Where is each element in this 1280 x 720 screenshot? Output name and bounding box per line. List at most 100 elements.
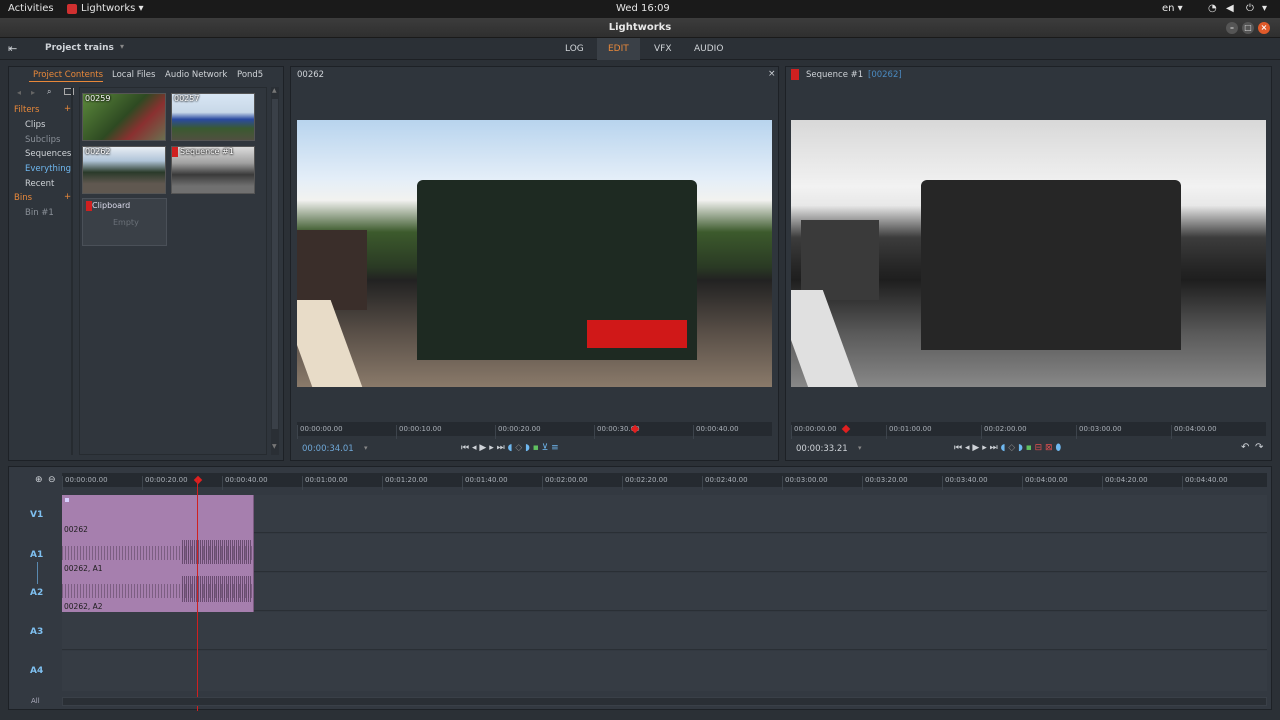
step-forward-icon[interactable]: ▸ <box>982 443 987 453</box>
mark-segment-icon[interactable]: ▪ <box>1026 443 1032 453</box>
undo-icon[interactable]: ↶ <box>1241 442 1249 453</box>
track-label-a1[interactable]: A1 <box>30 550 43 560</box>
exit-icon[interactable]: ⇤ <box>8 42 17 55</box>
tab-edit[interactable]: EDIT <box>597 38 640 60</box>
filter-sequences[interactable]: Sequences <box>25 149 71 159</box>
filter-clips[interactable]: Clips <box>25 120 45 130</box>
audio-icon[interactable]: ⬮ <box>1055 443 1061 453</box>
timecode-dropdown-icon[interactable]: ▾ <box>364 444 368 452</box>
minimize-button[interactable]: – <box>1226 22 1238 34</box>
back-icon[interactable]: ◂ <box>17 88 21 97</box>
go-to-start-icon[interactable]: ⏮ <box>954 443 962 453</box>
audio-clip[interactable]: 00262, A1 <box>62 536 254 574</box>
all-tracks-button[interactable]: All <box>31 697 40 705</box>
playhead-marker[interactable] <box>193 475 203 485</box>
audio-link-line <box>37 562 38 584</box>
platform-edge <box>297 300 364 387</box>
go-to-end-icon[interactable]: ⏭ <box>497 443 505 453</box>
app-menu-button[interactable]: Lightworks ▾ <box>81 3 144 14</box>
scroll-up-icon[interactable]: ▲ <box>272 87 277 94</box>
maximize-button[interactable]: □ <box>1242 22 1254 34</box>
source-video-frame[interactable] <box>297 120 772 387</box>
go-to-start-icon[interactable]: ⏮ <box>461 443 469 453</box>
tab-log[interactable]: LOG <box>554 38 595 60</box>
project-name[interactable]: Project trains <box>45 43 114 53</box>
browser-scrollbar[interactable]: ▲ ▼ <box>271 87 279 455</box>
timeline-ruler[interactable]: 00:00:00.00 00:00:20.00 00:00:40.00 00:0… <box>62 473 1267 490</box>
forward-icon[interactable]: ▸ <box>31 88 35 97</box>
step-back-icon[interactable]: ◂ <box>472 443 477 453</box>
chevron-down-icon[interactable]: ▾ <box>1262 3 1267 14</box>
zoom-in-icon[interactable]: ⊕ <box>35 475 43 485</box>
audio-clip[interactable]: 00262, A2 <box>62 574 254 612</box>
mark-out-icon[interactable]: ◗ <box>1018 443 1023 453</box>
tab-audio[interactable]: AUDIO <box>683 38 734 60</box>
mark-out-icon[interactable]: ◗ <box>525 443 530 453</box>
close-viewer-button[interactable]: × <box>768 69 776 79</box>
mark-clear-icon[interactable]: ◇ <box>515 443 522 453</box>
tab-project-contents[interactable]: Project Contents <box>33 70 103 80</box>
record-viewer-subtitle: [00262] <box>868 70 902 80</box>
source-timecode[interactable]: 00:00:34.01 <box>302 444 354 454</box>
zoom-out-icon[interactable]: ⊖ <box>48 475 56 485</box>
scrollbar-thumb[interactable] <box>272 99 278 429</box>
track-label-v1[interactable]: V1 <box>30 510 43 520</box>
go-to-end-icon[interactable]: ⏭ <box>990 443 998 453</box>
step-back-icon[interactable]: ◂ <box>965 443 970 453</box>
timeline-playhead[interactable] <box>197 479 198 711</box>
record-timecode[interactable]: 00:00:33.21 <box>796 444 848 454</box>
project-dropdown-icon[interactable]: ▾ <box>120 42 124 51</box>
network-icon[interactable]: ◔ <box>1208 3 1217 14</box>
tab-local-files[interactable]: Local Files <box>112 70 155 80</box>
play-icon[interactable]: ▶ <box>479 443 486 453</box>
filter-recent[interactable]: Recent <box>25 179 54 189</box>
clipboard-tile[interactable]: Clipboard Empty <box>82 198 167 246</box>
record-timeline-ruler[interactable]: 00:00:00.00 00:01:00.00 00:02:00.00 00:0… <box>791 422 1266 439</box>
track-label-a4[interactable]: A4 <box>30 666 43 676</box>
delete-icon[interactable]: ⊠ <box>1045 443 1053 453</box>
record-video-frame[interactable] <box>791 120 1266 387</box>
clip-marker-icon <box>65 498 69 502</box>
tab-audio-network[interactable]: Audio Network <box>165 70 227 80</box>
video-clip[interactable]: 00262 <box>62 495 254 536</box>
tab-pond5[interactable]: Pond5 <box>237 70 263 80</box>
scroll-down-icon[interactable]: ▼ <box>272 443 277 450</box>
track-row-a4[interactable] <box>62 651 1267 691</box>
step-forward-icon[interactable]: ▸ <box>489 443 494 453</box>
filter-subclips[interactable]: Subclips <box>25 135 60 145</box>
clip-thumbnail[interactable]: 00259 <box>82 93 166 141</box>
clip-thumbnail[interactable]: 00262 <box>82 146 166 194</box>
language-indicator[interactable]: en ▾ <box>1162 3 1183 14</box>
timecode-dropdown-icon[interactable]: ▾ <box>858 444 862 452</box>
sequence-thumbnail[interactable]: Sequence #1 <box>171 146 255 194</box>
track-label-a3[interactable]: A3 <box>30 627 43 637</box>
power-icon[interactable]: ⏻ <box>1246 3 1254 14</box>
mark-in-icon[interactable]: ◖ <box>508 443 513 453</box>
activities-button[interactable]: Activities <box>8 3 54 14</box>
clock[interactable]: Wed 16:09 <box>616 3 670 14</box>
redo-icon[interactable]: ↷ <box>1255 442 1263 453</box>
replace-icon[interactable]: ≡ <box>551 443 559 453</box>
bin-item[interactable]: Bin #1 <box>25 208 54 218</box>
playhead-marker[interactable] <box>841 424 851 434</box>
source-timeline-ruler[interactable]: 00:00:00.00 00:00:10.00 00:00:20.00 00:0… <box>297 422 772 439</box>
platform-edge <box>791 290 860 387</box>
mark-in-icon[interactable]: ◖ <box>1001 443 1006 453</box>
close-button[interactable]: × <box>1258 22 1270 34</box>
remove-icon[interactable]: ⊟ <box>1035 443 1043 453</box>
play-icon[interactable]: ▶ <box>972 443 979 453</box>
timeline-scrollbar[interactable] <box>62 697 1267 706</box>
audio-waveform <box>182 576 252 602</box>
locomotive-buffer-beam <box>587 320 687 348</box>
clip-thumbnail[interactable]: 00257 <box>171 93 255 141</box>
volume-icon[interactable]: ◀ <box>1226 3 1234 14</box>
insert-icon[interactable]: ⊻ <box>542 443 549 453</box>
thumbnail-grid: 00259 00257 00262 Sequence #1 Clipboard … <box>79 87 267 455</box>
track-row-a3[interactable] <box>62 612 1267 650</box>
tab-vfx[interactable]: VFX <box>643 38 683 60</box>
search-icon[interactable]: ⌕ <box>47 87 51 97</box>
filter-everything[interactable]: Everything <box>25 164 71 174</box>
mark-clear-icon[interactable]: ◇ <box>1008 443 1015 453</box>
track-label-a2[interactable]: A2 <box>30 588 43 598</box>
mark-segment-icon[interactable]: ▪ <box>533 443 539 453</box>
